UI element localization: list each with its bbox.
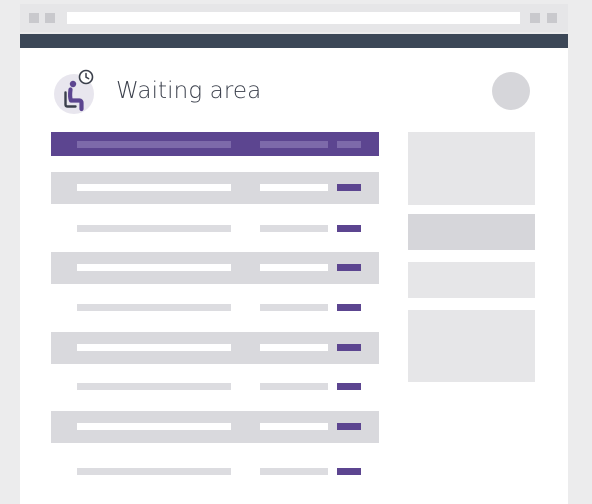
table-cell bbox=[77, 184, 231, 191]
column-header[interactable] bbox=[77, 141, 231, 148]
row-action-button[interactable] bbox=[337, 423, 361, 430]
table-cell bbox=[77, 344, 231, 351]
window-control[interactable] bbox=[29, 13, 39, 23]
table-cell bbox=[260, 304, 328, 311]
table-row[interactable] bbox=[51, 377, 379, 397]
table-cell bbox=[260, 344, 328, 351]
table-cell bbox=[260, 383, 328, 390]
table-cell bbox=[77, 304, 231, 311]
table-cell bbox=[77, 468, 231, 475]
table-cell bbox=[77, 383, 231, 390]
row-action-button[interactable] bbox=[337, 264, 361, 271]
avatar[interactable] bbox=[492, 72, 530, 110]
row-action-button[interactable] bbox=[337, 184, 361, 191]
table-row[interactable] bbox=[51, 252, 379, 284]
column-header[interactable] bbox=[260, 141, 328, 148]
table-cell bbox=[260, 468, 328, 475]
sidebar-card bbox=[408, 310, 535, 382]
table-header bbox=[51, 132, 379, 156]
address-bar[interactable] bbox=[67, 12, 520, 24]
table-cell bbox=[260, 184, 328, 191]
table-row[interactable] bbox=[51, 219, 379, 239]
table-cell bbox=[260, 225, 328, 232]
table-cell bbox=[77, 264, 231, 271]
table-cell bbox=[260, 423, 328, 430]
table-cell bbox=[77, 225, 231, 232]
window-control[interactable] bbox=[45, 13, 55, 23]
row-action-button[interactable] bbox=[337, 383, 361, 390]
table-row[interactable] bbox=[51, 298, 379, 318]
sidebar-card[interactable] bbox=[408, 262, 535, 298]
row-action-button[interactable] bbox=[337, 344, 361, 351]
browser-menu-button[interactable] bbox=[530, 13, 540, 23]
row-action-button[interactable] bbox=[337, 225, 361, 232]
browser-toolbar bbox=[20, 4, 568, 32]
table-cell bbox=[260, 264, 328, 271]
waiting-room-icon bbox=[52, 68, 100, 116]
table-row[interactable] bbox=[51, 172, 379, 204]
table-row[interactable] bbox=[51, 411, 379, 443]
column-header[interactable] bbox=[337, 141, 361, 148]
sidebar-card bbox=[408, 132, 535, 205]
table-row[interactable] bbox=[51, 332, 379, 364]
page-title: Waiting area bbox=[116, 78, 262, 104]
table-row[interactable] bbox=[51, 462, 379, 482]
top-navigation-bar bbox=[20, 34, 568, 48]
table-cell bbox=[77, 423, 231, 430]
row-action-button[interactable] bbox=[337, 468, 361, 475]
browser-menu-button[interactable] bbox=[547, 13, 557, 23]
row-action-button[interactable] bbox=[337, 304, 361, 311]
sidebar-card-selected[interactable] bbox=[408, 214, 535, 250]
